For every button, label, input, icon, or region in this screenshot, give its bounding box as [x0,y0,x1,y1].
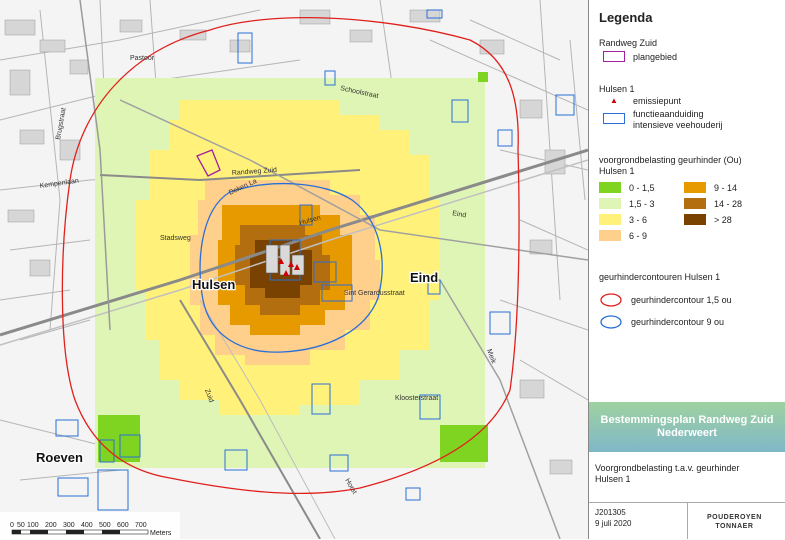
map-description: Voorgrondbelasting t.a.v. geurhinder Hul… [595,463,739,485]
class-swatch-2 [599,214,621,225]
class-swatch-1 [599,198,621,209]
plan-title-banner: Bestemmingsplan Randweg Zuid Nederweert [589,402,785,452]
legend-class-2: 3 - 6 [599,214,647,225]
company-logo: POUDEROYEN TONNAER [707,513,762,531]
plan-title-line1: Bestemmingsplan Randweg Zuid [600,414,774,426]
legend-voorgrond-line2: Hulsen 1 [599,166,635,176]
plan-title-line2: Nederweert [657,427,717,439]
legend-panel: Legenda Randweg Zuid plangebied Hulsen 1… [588,0,785,539]
company-logo-line2: TONNAER [715,523,754,530]
map-description-line1: Voorgrondbelasting t.a.v. geurhinder [595,463,740,473]
info-box-divider [687,502,688,539]
class-swatch-3 [599,230,621,241]
class-label-0: 0 - 1,5 [629,182,655,193]
livestock-parcel-swatch [603,113,625,124]
legend-label-contour-9: geurhindercontour 9 ou [631,317,725,327]
legend-row-contour-15: geurhindercontour 1,5 ou [599,292,732,308]
legend-title: Legenda [599,10,653,25]
scale-tick-700: 700 [135,522,147,529]
class-swatch-0 [599,182,621,193]
legend-row-emissiepunt: ▲ emissiepunt [603,95,681,106]
legend-class-0: 0 - 1,5 [599,182,655,193]
scale-tick-100: 100 [27,522,39,529]
zone-class-0-1-5-southwest [98,415,140,462]
legend-class-5: 14 - 28 [684,198,742,209]
scale-tick-200: 200 [45,522,57,529]
legend-randweg-heading: Randweg Zuid [599,38,658,48]
class-swatch-5 [684,198,706,209]
legend-voorgrond-heading: voorgrondbelasting geurhinder (Ou) Hulse… [599,155,742,177]
class-label-4: 9 - 14 [714,182,738,193]
street-label-pastoor: Pastoor [130,55,155,62]
zone-class-0-1-5-northeast [478,72,488,82]
legend-label-plangebied: plangebied [633,51,678,62]
legend-label-contour-15: geurhindercontour 1,5 ou [631,295,732,305]
scale-tick-300: 300 [63,522,75,529]
plangebied-swatch [603,51,625,62]
class-swatch-4 [684,182,706,193]
emission-point-icon: ▲ [610,96,618,105]
legend-class-4: 9 - 14 [684,182,737,193]
class-label-2: 3 - 6 [629,214,648,225]
street-label-stadsweg: Stadsweg [160,235,191,242]
street-label-sint-gerardusstraat: Sint Gerardusstraat [344,290,405,297]
scale-tick-400: 400 [81,522,93,529]
scale-tick-50: 50 [17,522,25,529]
class-label-5: 14 - 28 [714,198,743,209]
class-swatch-6 [684,214,706,225]
legend-row-contour-9: geurhindercontour 9 ou [599,314,724,330]
contour-15-swatch [600,293,622,307]
place-label-roeven: Roeven [36,450,83,465]
legend-hulsen-heading: Hulsen 1 [599,84,635,94]
scale-tick-500: 500 [99,522,111,529]
street-label-kloosterstraat: Kloosterstraat [395,395,438,402]
scale-tick-600: 600 [117,522,129,529]
job-number: J201305 [595,508,626,517]
company-logo-line1: POUDEROYEN [707,514,762,521]
legend-label-functie-2: intensieve veehouderij [633,120,723,130]
legend-voorgrond-line1: voorgrondbelasting geurhinder (Ou) [599,155,742,165]
scale-unit: Meters [150,530,172,537]
legend-label-emissiepunt: emissiepunt [633,95,682,106]
legend-row-plangebied: plangebied [603,51,677,62]
scale-tick-0: 0 [10,522,14,529]
job-date: 9 juli 2020 [595,519,632,528]
scale-bar: 0 50 100 200 300 400 500 600 700 Meters [0,512,180,539]
legend-class-1: 1,5 - 3 [599,198,655,209]
legend-class-3: 6 - 9 [599,230,647,241]
legend-class-6: > 28 [684,214,732,225]
legend-contour-heading: geurhindercontouren Hulsen 1 [599,272,721,282]
legend-row-functie: functieaanduiding intensieve veehouderij [603,109,723,131]
class-label-3: 6 - 9 [629,230,648,241]
class-label-1: 1,5 - 3 [629,198,655,209]
place-label-eind: Eind [410,270,438,285]
legend-label-functie-1: functieaanduiding [633,109,704,119]
map-description-line2: Hulsen 1 [595,474,631,484]
job-info: J201305 9 juli 2020 [595,507,631,529]
odour-map: Randweg Zuid Schoolstraat Sint Gerarduss… [0,0,588,539]
class-label-6: > 28 [714,214,732,225]
contour-9-swatch [600,315,622,329]
place-label-hulsen: Hulsen [192,277,235,292]
